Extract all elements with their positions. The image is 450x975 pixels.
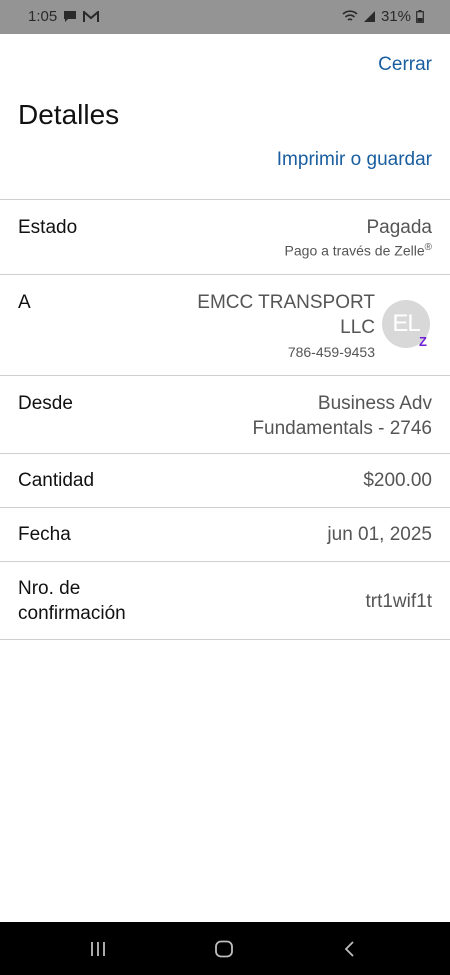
status-value: Pagada bbox=[366, 217, 432, 238]
recipient-label: A bbox=[18, 292, 31, 313]
page-title: Detalles bbox=[18, 99, 120, 130]
payment-method: Pago a través de Zelle® bbox=[285, 242, 432, 259]
recents-icon[interactable] bbox=[83, 936, 113, 962]
recipient-phone: 786-459-9453 bbox=[287, 344, 375, 360]
status-time: 1:05 bbox=[28, 8, 58, 25]
print-or-save-button[interactable]: Imprimir o guardar bbox=[277, 149, 432, 171]
wifi-icon bbox=[342, 10, 358, 23]
status-row: Estado Pagada Pago a través de Zelle® bbox=[0, 199, 450, 274]
from-account-row: Desde Business Adv Fundamentals - 2746 bbox=[0, 375, 450, 453]
confirmation-label-line2: confirmación bbox=[18, 603, 126, 624]
confirmation-label-line1: Nro. de bbox=[18, 578, 81, 599]
from-account-line1: Business Adv bbox=[317, 393, 432, 414]
recipient-row: A EMCC TRANSPORT LLC 786-459-9453 EL Z bbox=[0, 274, 450, 375]
zelle-badge-icon: Z bbox=[419, 333, 427, 349]
amount-value: $200.00 bbox=[363, 470, 432, 491]
status-left: 1:05 bbox=[28, 8, 100, 25]
payment-method-text: Pago a través de Zelle bbox=[284, 242, 425, 259]
amount-row: Cantidad $200.00 bbox=[0, 453, 450, 507]
date-value: jun 01, 2025 bbox=[327, 524, 432, 545]
date-row: Fecha jun 01, 2025 bbox=[0, 507, 450, 561]
system-nav-bar bbox=[0, 922, 450, 975]
chat-bubble-icon bbox=[63, 10, 77, 23]
close-button[interactable]: Cerrar bbox=[378, 54, 432, 76]
signal-icon bbox=[363, 10, 376, 23]
from-account-line2: Fundamentals - 2746 bbox=[252, 418, 432, 439]
recipient-name-line2: LLC bbox=[340, 317, 375, 338]
home-icon[interactable] bbox=[209, 936, 239, 962]
battery-icon bbox=[416, 10, 424, 23]
date-label: Fecha bbox=[18, 524, 71, 545]
registered-mark: ® bbox=[424, 242, 432, 253]
status-label: Estado bbox=[18, 217, 78, 238]
recipient-name-line1: EMCC TRANSPORT bbox=[197, 292, 375, 313]
confirmation-row: Nro. de confirmación trt1wif1t bbox=[0, 561, 450, 640]
amount-label: Cantidad bbox=[18, 470, 95, 491]
battery-percent: 31% bbox=[380, 8, 411, 25]
back-icon[interactable] bbox=[335, 936, 365, 962]
gmail-icon bbox=[83, 10, 100, 23]
confirmation-value: trt1wif1t bbox=[365, 591, 432, 612]
status-right: 31% bbox=[342, 8, 424, 25]
from-label: Desde bbox=[18, 393, 73, 414]
status-bar: 1:05 31% bbox=[0, 0, 450, 34]
